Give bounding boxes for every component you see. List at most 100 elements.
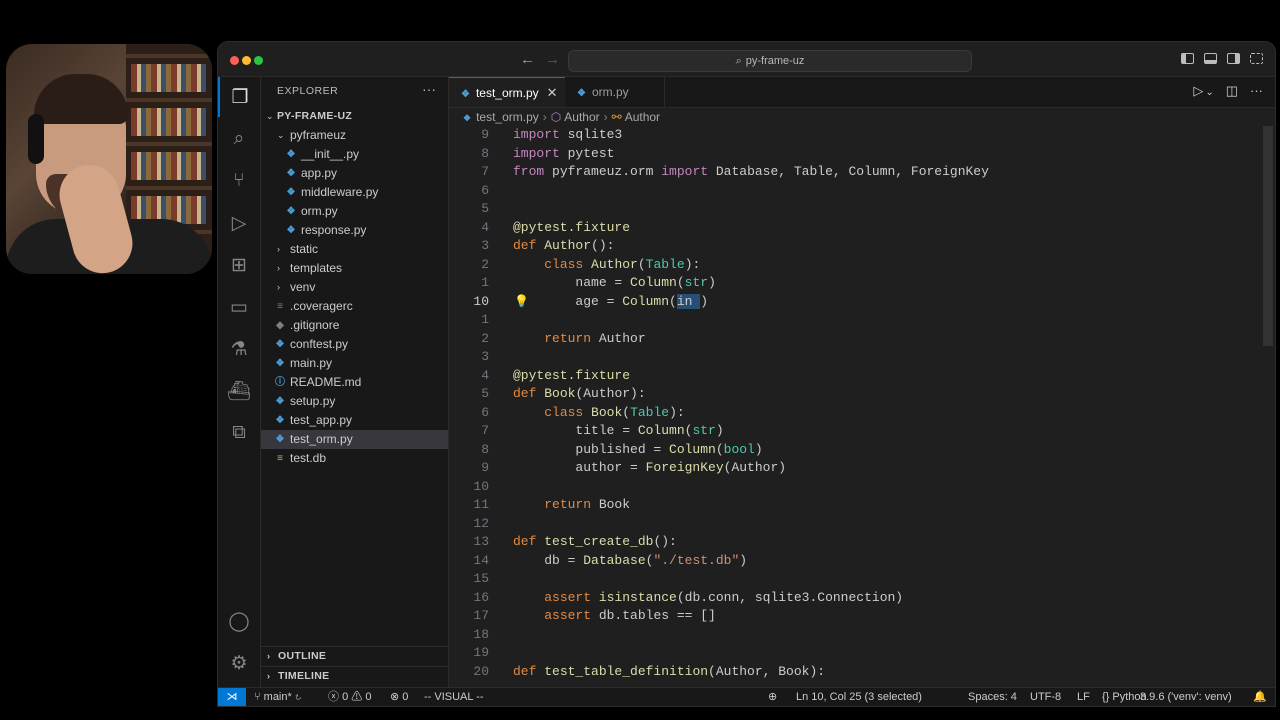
chevron-down-icon[interactable]: ⌄ [1205,87,1213,98]
tree-folder-static[interactable]: › static [261,240,448,259]
folder-label: pyframeuz [290,128,347,142]
remote-indicator-icon[interactable]: ⋊ [218,688,246,706]
docker-icon[interactable]: ⛴ [218,371,260,411]
search-icon[interactable]: ⌕ [218,119,260,159]
timeline-section[interactable]: › TIMELINE [261,666,448,686]
ports-status[interactable]: ⊗ 0 [390,688,408,706]
tree-file[interactable]: ❖ setup.py [261,392,448,411]
python-interpreter[interactable]: 3.9.6 ('venv': venv) [1140,688,1232,706]
line-number: 2 [481,330,489,346]
tree-file[interactable]: ≡ .coveragerc [261,297,448,316]
notifications-bell-icon[interactable]: 🔔 [1253,688,1267,706]
zoom-icon[interactable]: ⊕ [768,688,777,706]
back-arrow-icon[interactable]: ← [520,51,535,68]
forward-arrow-icon[interactable]: → [545,51,560,68]
code-text: def Book(Author): [513,386,646,401]
tab-test-orm[interactable]: ❖ test_orm.py ✕ [449,77,565,107]
remote-icon[interactable]: ⧉ [218,413,260,453]
branch-status[interactable]: ⑂ main* ↻ [254,688,301,706]
toggle-primary-sidebar-icon[interactable] [1181,53,1194,64]
run-debug-icon[interactable]: ▷ [218,203,260,243]
encoding-status[interactable]: UTF-8 [1030,688,1061,706]
tree-file-selected[interactable]: ❖ test_orm.py [261,430,448,449]
outline-section[interactable]: › OUTLINE [261,646,448,666]
file-label: test_orm.py [290,432,353,446]
code-line: 9 author = ForeignKey(Author) [449,459,1259,478]
toggle-panel-icon[interactable] [1204,53,1217,64]
line-number: 14 [473,552,489,568]
books [131,64,206,92]
sidebar-title: EXPLORER [277,85,339,97]
timeline-label: TIMELINE [278,670,330,682]
command-center-search[interactable]: ⌕ py-frame-uz [568,50,972,72]
python-file-icon: ❖ [286,206,296,217]
indentation-status[interactable]: Spaces: 4 [968,688,1017,706]
tree-file[interactable]: ❖ main.py [261,354,448,373]
tree-file[interactable]: ❖ middleware.py [261,183,448,202]
code-line: 12 [449,515,1259,534]
tab-orm[interactable]: ❖ orm.py [565,77,665,107]
config-file-icon: ≡ [277,301,283,312]
line-number: 6 [481,182,489,198]
code-line-current: 10 💡 age = Column(in ) [449,293,1259,312]
tree-folder-pyframeuz[interactable]: ⌄ pyframeuz [261,126,448,145]
tree-file[interactable]: ❖ __init__.py [261,145,448,164]
code-text: author = ForeignKey(Author) [513,460,787,475]
close-window-button[interactable] [230,56,239,65]
database-file-icon: ≡ [277,453,283,464]
line-number: 4 [481,367,489,383]
code-text: assert isinstance(db.conn, sqlite3.Conne… [544,589,904,605]
problems-status[interactable]: ⓧ 0 ⚠ 0 [328,688,371,706]
eol-status[interactable]: LF [1077,688,1090,706]
tree-file[interactable]: ≡ test.db [261,449,448,468]
python-file-icon: ❖ [461,89,470,100]
tree-file[interactable]: ❖ response.py [261,221,448,240]
line-number: 5 [481,201,489,216]
extensions-icon[interactable]: ⊞ [218,245,260,285]
vertical-scrollbar[interactable] [1263,126,1273,346]
minimize-window-button[interactable] [242,56,251,65]
class-symbol-icon: ⚯ [611,110,622,124]
breadcrumb-item[interactable]: Author [564,110,599,124]
books [131,152,206,180]
manage-gear-icon[interactable]: ⚙ [218,643,260,683]
more-actions-icon[interactable]: ··· [1250,83,1263,98]
tree-file[interactable]: ❖ orm.py [261,202,448,221]
source-control-icon[interactable]: ⑂ [218,161,260,201]
branch-icon: ⑂ [254,691,264,703]
remote-explorer-icon[interactable]: ▭ [218,287,260,327]
cursor-position[interactable]: Ln 10, Col 25 (3 selected) [796,688,922,706]
command-center-label: py-frame-uz [745,55,805,67]
code-line: 4 @pytest.fixture [449,219,1259,238]
more-actions-icon[interactable]: ··· [422,81,436,97]
tree-folder-templates[interactable]: › templates [261,259,448,278]
tree-file[interactable]: ❖ conftest.py [261,335,448,354]
customize-layout-icon[interactable] [1250,53,1263,64]
breadcrumb-item[interactable]: Author [625,110,660,124]
breadcrumb-separator-icon: › [542,110,547,124]
python-file-icon: ❖ [275,358,285,369]
split-editor-icon[interactable]: ◫ [1226,83,1238,98]
code-editor[interactable]: 9 import sqlite3 8 import pytest 7 from pyf… [449,126,1259,688]
close-tab-icon[interactable]: ✕ [547,85,558,100]
tree-file[interactable]: ⓘ README.md [261,373,448,392]
breadcrumb-file[interactable]: test_orm.py [476,110,539,124]
run-python-file-icon[interactable]: ▷ [1193,83,1203,98]
info-file-icon: ⓘ [275,377,285,388]
tree-root-folder[interactable]: ⌄ PY-FRAME-UZ [261,107,448,126]
chevron-right-icon: › [277,282,280,292]
zoom-window-button[interactable] [254,56,263,65]
warnings-count: 0 [365,691,372,703]
code-line: 5 [449,200,1259,219]
code-line: 1 name = Column(str) [449,274,1259,293]
explorer-icon[interactable]: ❐ [218,77,260,117]
account-icon[interactable]: ◯ [218,601,260,641]
code-line: 15 [449,570,1259,589]
toggle-secondary-sidebar-icon[interactable] [1227,53,1240,64]
tree-file[interactable]: ❖ app.py [261,164,448,183]
tree-file[interactable]: ❖ test_app.py [261,411,448,430]
tree-folder-venv[interactable]: › venv [261,278,448,297]
errors-count: 0 [342,691,349,703]
testing-icon[interactable]: ⚗ [218,329,260,369]
tree-file[interactable]: ◆ .gitignore [261,316,448,335]
